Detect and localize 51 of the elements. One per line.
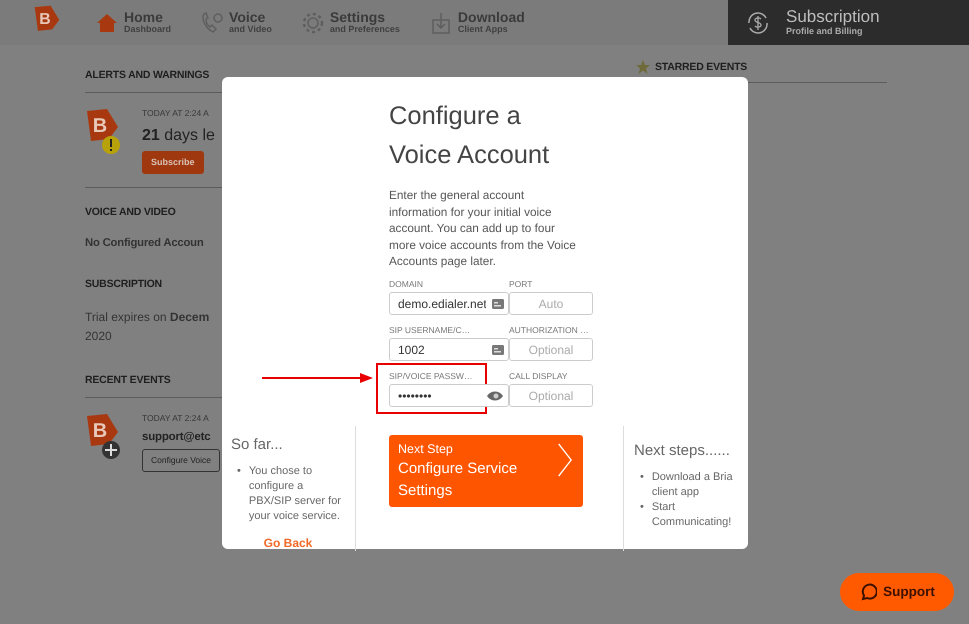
- panel-heading: So far...: [231, 436, 284, 454]
- go-back-link[interactable]: Go Back: [231, 534, 345, 552]
- contact-card-icon: [492, 298, 504, 308]
- list-item: You chose to configure a PBX/SIP server for your voice service.: [248, 464, 342, 524]
- configure-voice-button[interactable]: Configure Voice: [142, 449, 220, 472]
- alert-message: 21 days le: [142, 126, 215, 146]
- section-heading: ALERTS AND WARNINGS: [85, 68, 210, 82]
- nav-item[interactable]: Settings and Preferences: [300, 10, 400, 36]
- avatar-plus-drawing: B: [85, 412, 120, 460]
- section-heading: SUBSCRIPTION: [85, 277, 163, 292]
- nav-item[interactable]: Download Client Apps: [428, 10, 525, 36]
- bullet: •: [640, 470, 644, 484]
- support-button[interactable]: Support: [840, 573, 954, 611]
- field-label: SIP USERNAME/C…: [389, 324, 472, 336]
- dialog-description: Enter the general account information for your initial voice account. You can add up to four more voice accounts from the Voice Accounts page later.: [389, 187, 577, 270]
- event-time: TODAY AT 2:24 A: [142, 412, 210, 425]
- list-item: Start Communicating!: [652, 500, 732, 530]
- event-title: support@etc: [142, 430, 212, 445]
- section-heading: STARRED EVENTS: [655, 60, 748, 74]
- event-time: TODAY AT 2:24 A: [142, 107, 210, 120]
- field-label: AUTHORIZATION …: [509, 324, 590, 336]
- list-item: Download a Bria client app: [652, 470, 734, 500]
- account-status: No Configured Accoun: [85, 236, 205, 252]
- nav-item[interactable]: Home Dashboard: [94, 10, 172, 36]
- avatar-warning-drawing: B: [85, 107, 120, 155]
- contact-card-icon: [492, 344, 504, 354]
- next-step-button[interactable]: Next Step Configure Service Settings: [389, 434, 583, 506]
- eye-icon[interactable]: [486, 390, 504, 402]
- logo: B: [28, 4, 66, 42]
- trial-text: Trial expires on Decem 2020: [85, 309, 210, 346]
- subscription-tab[interactable]: Subscription Profile and Billing: [728, 0, 969, 45]
- field-label: CALL DISPLAY: [509, 370, 569, 382]
- input-field[interactable]: 1002: [389, 338, 509, 361]
- bullet: •: [640, 500, 644, 514]
- phone-icon: [199, 10, 226, 36]
- field-label: SIP/VOICE PASSW…: [389, 370, 474, 382]
- chat-icon: [859, 583, 878, 601]
- input-field[interactable]: Optional: [509, 384, 593, 407]
- field-label: DOMAIN: [389, 278, 424, 290]
- input-field[interactable]: ••••••••: [389, 384, 509, 407]
- field-label: PORT: [509, 278, 534, 290]
- panel-heading: Next steps......: [634, 442, 731, 460]
- section-heading: RECENT EVENTS: [85, 373, 172, 388]
- nav-item[interactable]: Voice and Video: [199, 10, 272, 36]
- section-heading: VOICE AND VIDEO: [85, 205, 177, 220]
- dialog-title: Configure a Voice Account: [389, 101, 550, 171]
- input-field[interactable]: Optional: [509, 338, 593, 361]
- bullet: •: [237, 464, 241, 478]
- input-field[interactable]: Auto: [509, 292, 593, 315]
- subscribe-button[interactable]: Subscribe: [142, 150, 204, 174]
- star-icon: [635, 59, 651, 75]
